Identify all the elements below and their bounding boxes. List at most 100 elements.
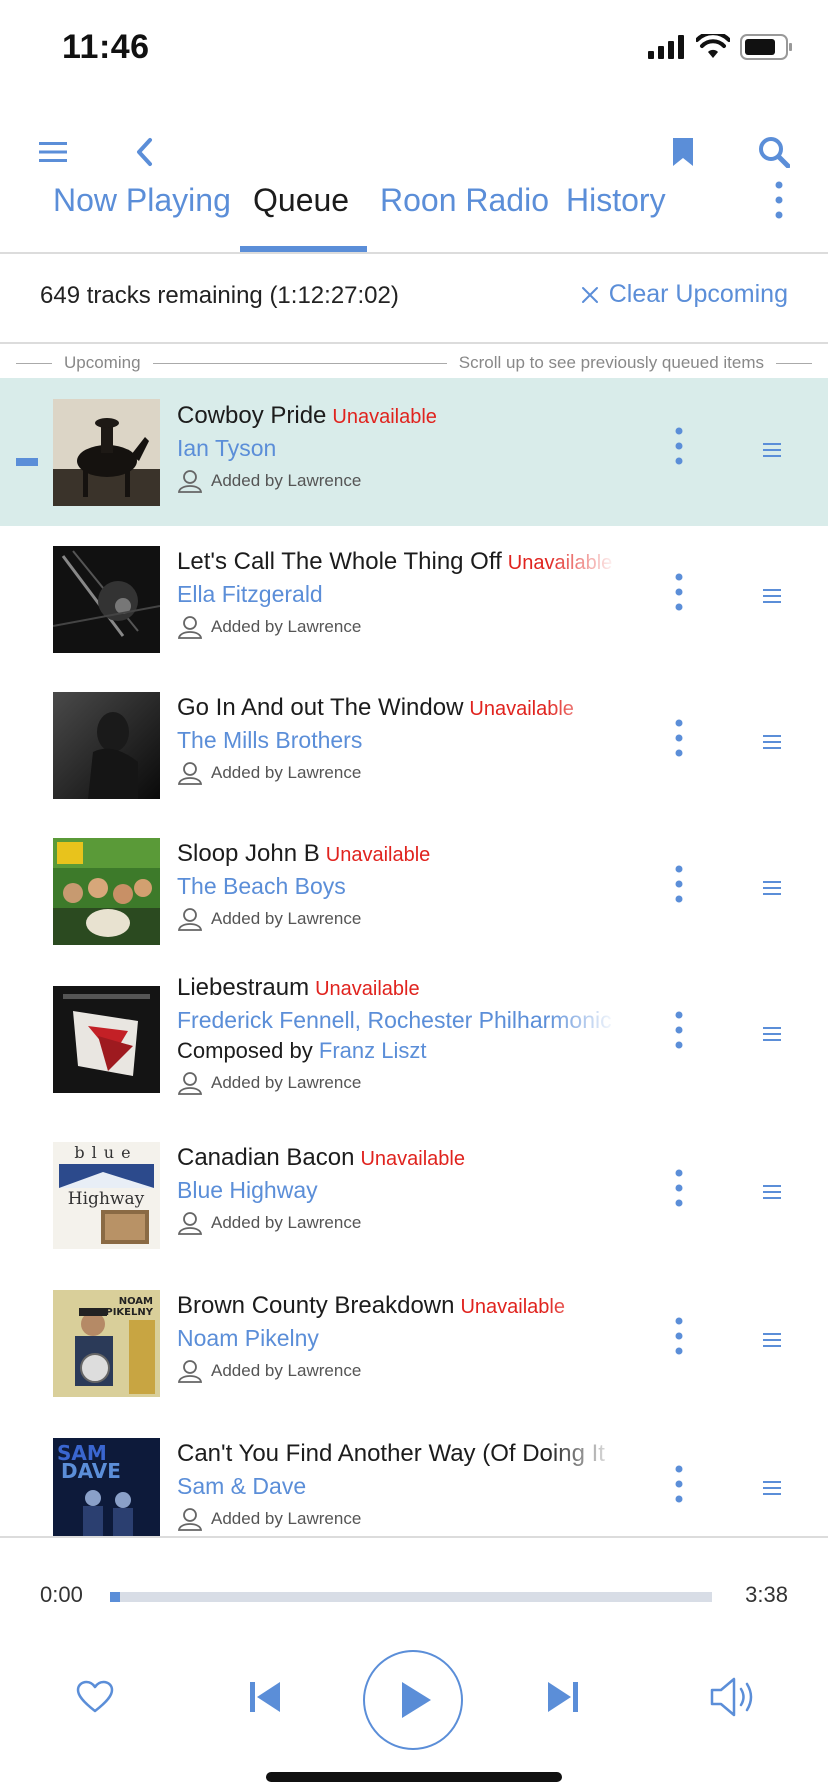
track-info: Liebestraum Unavailable Frederick Fennell… (177, 972, 617, 1100)
track-options-button[interactable] (664, 1006, 694, 1066)
album-art (53, 838, 160, 945)
favorite-button[interactable] (70, 1672, 120, 1722)
track-artist[interactable]: Ella Fitzgerald (177, 578, 617, 610)
queue-row[interactable]: blue Highway Canadian Bacon Unavailable B… (0, 1126, 828, 1272)
track-artist[interactable]: The Beach Boys (177, 870, 617, 902)
track-title[interactable]: Sloop John B (177, 840, 320, 867)
unavailable-badge: Unavailable (360, 1148, 465, 1170)
queue-row[interactable]: Let's Call The Whole Thing Off Unavailabl… (0, 526, 828, 672)
composer-link[interactable]: Franz Liszt (319, 1038, 427, 1063)
drag-handle[interactable] (760, 438, 784, 462)
user-icon (177, 1072, 203, 1095)
track-options-button[interactable] (664, 568, 694, 628)
track-title[interactable]: Brown County Breakdown (177, 1292, 454, 1319)
track-options-button[interactable] (664, 1312, 694, 1372)
drag-handle[interactable] (760, 584, 784, 608)
drag-handle[interactable] (760, 1476, 784, 1500)
status-bar: 11:46 (0, 0, 828, 100)
track-artist[interactable]: The Mills Brothers (177, 724, 617, 756)
drag-handle[interactable] (760, 876, 784, 900)
track-artist[interactable]: Noam Pikelny (177, 1322, 617, 1354)
search-icon (759, 137, 790, 168)
track-title[interactable]: Canadian Bacon (177, 1144, 354, 1171)
tab-roon-radio[interactable]: Roon Radio (380, 182, 549, 219)
track-options-button[interactable] (664, 860, 694, 920)
vertical-ellipsis-icon (675, 1317, 683, 1355)
drag-handle-icon (763, 881, 781, 895)
bookmark-icon (673, 138, 693, 166)
clear-upcoming-button[interactable]: Clear Upcoming (581, 280, 788, 309)
drag-handle[interactable] (760, 1328, 784, 1352)
track-options-button[interactable] (664, 1164, 694, 1224)
bookmark-button[interactable] (659, 128, 707, 176)
drag-handle[interactable] (760, 730, 784, 754)
track-options-button[interactable] (664, 714, 694, 774)
track-title-line: Canadian Bacon Unavailable (177, 1142, 617, 1174)
active-tab-indicator (240, 246, 367, 252)
wifi-icon (696, 34, 730, 58)
queue-row[interactable]: Cowboy Pride Unavailable Ian Tyson Added … (0, 378, 828, 526)
track-info: Let's Call The Whole Thing Off Unavailabl… (177, 546, 617, 644)
track-title[interactable]: Let's Call The Whole Thing Off (177, 548, 502, 575)
drag-handle[interactable] (760, 1022, 784, 1046)
album-art (53, 692, 160, 799)
next-track-button[interactable] (538, 1672, 588, 1722)
user-icon (177, 762, 203, 785)
album-art: NOAM PIKELNY (53, 1290, 160, 1397)
added-by-text: Added by Lawrence (211, 1509, 362, 1528)
added-by-text: Added by Lawrence (211, 1213, 362, 1232)
queue-row[interactable]: NOAM PIKELNY Brown County Breakdown Unava… (0, 1272, 828, 1420)
play-button[interactable] (363, 1650, 463, 1750)
track-title-line: Let's Call The Whole Thing Off Unavailabl… (177, 546, 617, 578)
tracks-remaining-text: 649 tracks remaining (1:12:27:02) (40, 282, 399, 309)
track-artist[interactable]: Sam & Dave (177, 1470, 617, 1502)
more-options-button[interactable] (764, 180, 794, 240)
composer-prefix: Composed by (177, 1038, 313, 1063)
previous-track-button[interactable] (240, 1672, 290, 1722)
user-icon (177, 1212, 203, 1235)
now-playing-indicator (16, 458, 38, 466)
close-icon (581, 286, 598, 303)
track-title-line: Can't You Find Another Way (Of Doing It (177, 1438, 617, 1470)
user-icon (177, 470, 203, 493)
track-artist[interactable]: Frederick Fennell, Rochester Philharmoni… (177, 1004, 617, 1036)
track-info: Canadian Bacon Unavailable Blue Highway A… (177, 1142, 617, 1240)
track-title[interactable]: Cowboy Pride (177, 402, 326, 429)
menu-button[interactable] (29, 128, 77, 176)
queue-row[interactable]: Liebestraum Unavailable Frederick Fennell… (0, 966, 828, 1126)
vertical-ellipsis-icon (675, 573, 683, 611)
track-options-button[interactable] (664, 1460, 694, 1520)
divider-line (776, 362, 812, 364)
drag-handle-icon (763, 443, 781, 457)
track-artist[interactable]: Ian Tyson (177, 432, 617, 464)
track-title[interactable]: Can't You Find Another Way (Of Doing It (177, 1440, 605, 1467)
progress-bar[interactable] (110, 1592, 712, 1602)
user-icon (177, 1360, 203, 1383)
vertical-ellipsis-icon (675, 719, 683, 757)
battery-icon (740, 34, 792, 60)
queue-row[interactable]: Go In And out The Window Unavailable The … (0, 672, 828, 820)
track-title[interactable]: Liebestraum (177, 974, 309, 1001)
home-indicator (266, 1772, 562, 1782)
queue-row[interactable]: Sloop John B Unavailable The Beach Boys A… (0, 820, 828, 966)
drag-handle-icon (763, 1481, 781, 1495)
tab-history[interactable]: History (566, 182, 666, 219)
track-title[interactable]: Go In And out The Window (177, 694, 463, 721)
track-title-line: Go In And out The Window Unavailable (177, 692, 617, 724)
volume-button[interactable] (704, 1668, 764, 1726)
back-button[interactable] (120, 128, 168, 176)
tab-queue[interactable]: Queue (253, 182, 349, 219)
queue-list: Cowboy Pride Unavailable Ian Tyson Added … (0, 378, 828, 1536)
user-icon (177, 908, 203, 931)
added-by: Added by Lawrence (177, 1206, 617, 1240)
track-options-button[interactable] (664, 422, 694, 482)
drag-handle[interactable] (760, 1180, 784, 1204)
track-artist[interactable]: Blue Highway (177, 1174, 617, 1206)
search-button[interactable] (750, 128, 798, 176)
play-icon (402, 1682, 431, 1718)
album-art (53, 986, 160, 1093)
svg-text:NOAM: NOAM (119, 1296, 153, 1307)
queue-row[interactable]: SAM DAVE Can't You Find Another Way (Of … (0, 1420, 828, 1536)
tab-now-playing[interactable]: Now Playing (53, 182, 231, 219)
divider-line (16, 362, 52, 364)
